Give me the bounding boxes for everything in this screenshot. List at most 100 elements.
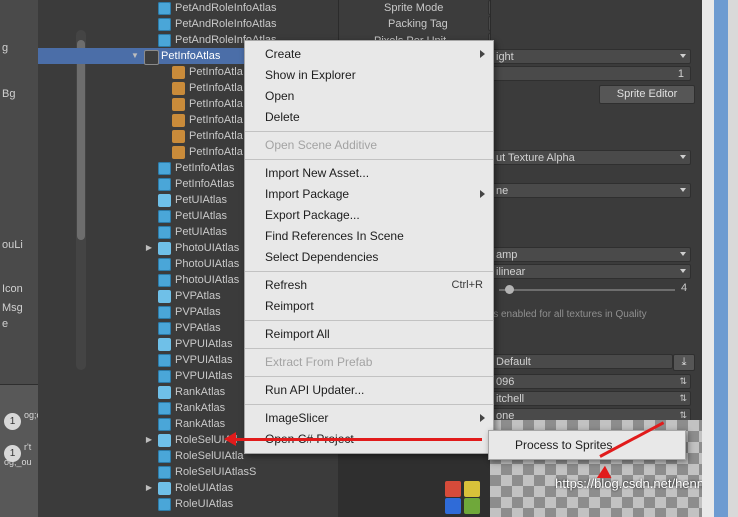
tree-row-label: PVPUIAtlas bbox=[175, 338, 233, 350]
tree-row-label: PhotoUIAtlas bbox=[175, 258, 240, 270]
inspector-field-2[interactable]: ut Texture Alpha bbox=[491, 150, 691, 165]
tree-row-label: PetInfoAtla bbox=[189, 66, 243, 78]
menu-item-label: Delete bbox=[265, 110, 300, 124]
menu-item-open-scene-additive: Open Scene Additive bbox=[245, 135, 493, 156]
unity-editor-window: g Bg ouLi Icon Msg e Play Err 1 og;ob 1 … bbox=[0, 0, 738, 517]
edge-white-band-2 bbox=[728, 0, 738, 517]
atlas-icon bbox=[158, 2, 171, 15]
menu-item-open[interactable]: Open bbox=[245, 86, 493, 107]
packing-tag-label: Packing Tag bbox=[388, 18, 448, 30]
tree-row-label: PetUIAtlas bbox=[175, 210, 227, 222]
menu-item-label: Find References In Scene bbox=[265, 229, 404, 243]
tree-row-label: PetUIAtlas bbox=[175, 194, 227, 206]
chevron-right-icon[interactable]: ▶ bbox=[144, 432, 154, 448]
tree-row[interactable]: PetAndRoleInfoAtlas bbox=[38, 0, 338, 16]
atlas-icon bbox=[158, 354, 171, 367]
menu-item-reimport-all[interactable]: Reimport All bbox=[245, 324, 493, 345]
context-menu[interactable]: Create Show in Explorer Open Delete Open Sce… bbox=[244, 40, 494, 454]
chevron-right-icon bbox=[480, 190, 485, 198]
inspector-field-4[interactable]: amp bbox=[491, 247, 691, 262]
tree-row-label: PetAndRoleInfoAtlas bbox=[175, 18, 277, 30]
tree-row-label: PetInfoAtla bbox=[189, 130, 243, 142]
inspector-field-0[interactable]: ight bbox=[491, 49, 691, 64]
platform-download-button[interactable]: ⤓ bbox=[673, 354, 695, 371]
menu-item-show-in-explorer[interactable]: Show in Explorer bbox=[245, 65, 493, 86]
inspector-field-3[interactable]: ne bbox=[491, 183, 691, 198]
menu-item-run-api-updater[interactable]: Run API Updater... bbox=[245, 380, 493, 401]
tray-icon-yellow[interactable] bbox=[464, 481, 480, 497]
sprite-icon bbox=[172, 66, 185, 79]
menu-item-label: Show in Explorer bbox=[265, 68, 356, 82]
tray-icon-red[interactable] bbox=[445, 481, 461, 497]
sprite-icon bbox=[172, 146, 185, 159]
menu-item-export-package[interactable]: Export Package... bbox=[245, 205, 493, 226]
menu-item-imageslicer[interactable]: ImageSlicer bbox=[245, 408, 493, 429]
tree-row[interactable]: RoleSelUIAtlasS bbox=[38, 464, 338, 480]
edge-white-band bbox=[702, 0, 714, 517]
desktop-right-edge bbox=[702, 0, 738, 517]
prefab-icon bbox=[158, 338, 171, 351]
chevron-right-icon[interactable]: ▶ bbox=[144, 240, 154, 256]
tree-row-label: PetUIAtlas bbox=[175, 226, 227, 238]
tray-icon-green[interactable] bbox=[464, 498, 480, 514]
menu-item-label: Create bbox=[265, 47, 302, 61]
menu-item-label: Import New Asset... bbox=[265, 166, 370, 180]
menu-item-create[interactable]: Create bbox=[245, 44, 493, 65]
menu-separator bbox=[245, 320, 493, 321]
aniso-slider-track[interactable] bbox=[499, 289, 675, 291]
menu-item-import-package[interactable]: Import Package bbox=[245, 184, 493, 205]
tree-row-label: PetInfoAtlas bbox=[175, 178, 235, 190]
menu-item-import-new-asset[interactable]: Import New Asset... bbox=[245, 163, 493, 184]
prefab-icon bbox=[158, 482, 171, 495]
inspector-field-8[interactable]: 096 bbox=[491, 374, 691, 389]
tree-row-label: PhotoUIAtlas bbox=[175, 274, 240, 286]
menu-item-label: Extract From Prefab bbox=[265, 355, 373, 369]
annotation-arrow-head-1 bbox=[224, 432, 236, 446]
atlas-icon bbox=[158, 306, 171, 319]
menu-separator bbox=[245, 348, 493, 349]
menu-item-find-references-in-scene[interactable]: Find References In Scene bbox=[245, 226, 493, 247]
inspector-field-1[interactable]: 1 bbox=[491, 66, 691, 81]
atlas-icon bbox=[158, 162, 171, 175]
inspector-field-7[interactable]: Default bbox=[491, 354, 673, 369]
tree-row-label: PVPAtlas bbox=[175, 322, 221, 334]
chevron-down-icon[interactable]: ▼ bbox=[130, 48, 140, 64]
tree-row-label: PVPUIAtlas bbox=[175, 354, 233, 366]
menu-item-label: Reimport bbox=[265, 299, 314, 313]
atlas-icon bbox=[158, 18, 171, 31]
tree-row[interactable]: RoleUIAtlas bbox=[38, 496, 338, 512]
menu-item-reimport[interactable]: Reimport bbox=[245, 296, 493, 317]
aniso-slider-knob[interactable] bbox=[505, 285, 514, 294]
texture-icon bbox=[144, 50, 159, 65]
tray-icon-blue[interactable] bbox=[445, 498, 461, 514]
menu-item-delete[interactable]: Delete bbox=[245, 107, 493, 128]
chevron-right-icon[interactable]: ▶ bbox=[144, 480, 154, 496]
tree-row-label: PVPUIAtlas bbox=[175, 370, 233, 382]
sprite-icon bbox=[172, 82, 185, 95]
inspector-field-5[interactable]: ilinear bbox=[491, 264, 691, 279]
sprite-editor-button[interactable]: Sprite Editor bbox=[599, 85, 695, 104]
tree-row[interactable]: PetAndRoleInfoAtlas bbox=[38, 16, 338, 32]
menu-item-select-dependencies[interactable]: Select Dependencies bbox=[245, 247, 493, 268]
atlas-icon bbox=[158, 34, 171, 47]
atlas-icon bbox=[158, 226, 171, 239]
imageslicer-submenu[interactable]: Process to Sprites bbox=[488, 430, 686, 460]
left-strip-label-4: Msg bbox=[2, 302, 23, 314]
log-count-badge: 1 bbox=[4, 413, 21, 430]
tree-row-label: RankAtlas bbox=[175, 386, 226, 398]
prefab-icon bbox=[158, 290, 171, 303]
left-strip-label-3: Icon bbox=[2, 283, 23, 295]
tree-row[interactable]: ▶ RoleUIAtlas bbox=[38, 480, 338, 496]
menu-item-refresh[interactable]: Refresh Ctrl+R bbox=[245, 275, 493, 296]
prefab-icon bbox=[158, 434, 171, 447]
menu-item-label: Run API Updater... bbox=[265, 383, 365, 397]
menu-item-label: Select Dependencies bbox=[265, 250, 379, 264]
tree-row-label: PetInfoAtlas bbox=[161, 50, 221, 62]
menu-item-shortcut: Ctrl+R bbox=[451, 279, 483, 291]
atlas-icon bbox=[158, 450, 171, 463]
submenu-item-process-to-sprites[interactable]: Process to Sprites bbox=[489, 434, 685, 456]
prefab-icon bbox=[158, 386, 171, 399]
inspector-field-9[interactable]: itchell bbox=[491, 391, 691, 406]
menu-item-label: Open Scene Additive bbox=[265, 138, 378, 152]
menu-item-label: ImageSlicer bbox=[265, 411, 329, 425]
